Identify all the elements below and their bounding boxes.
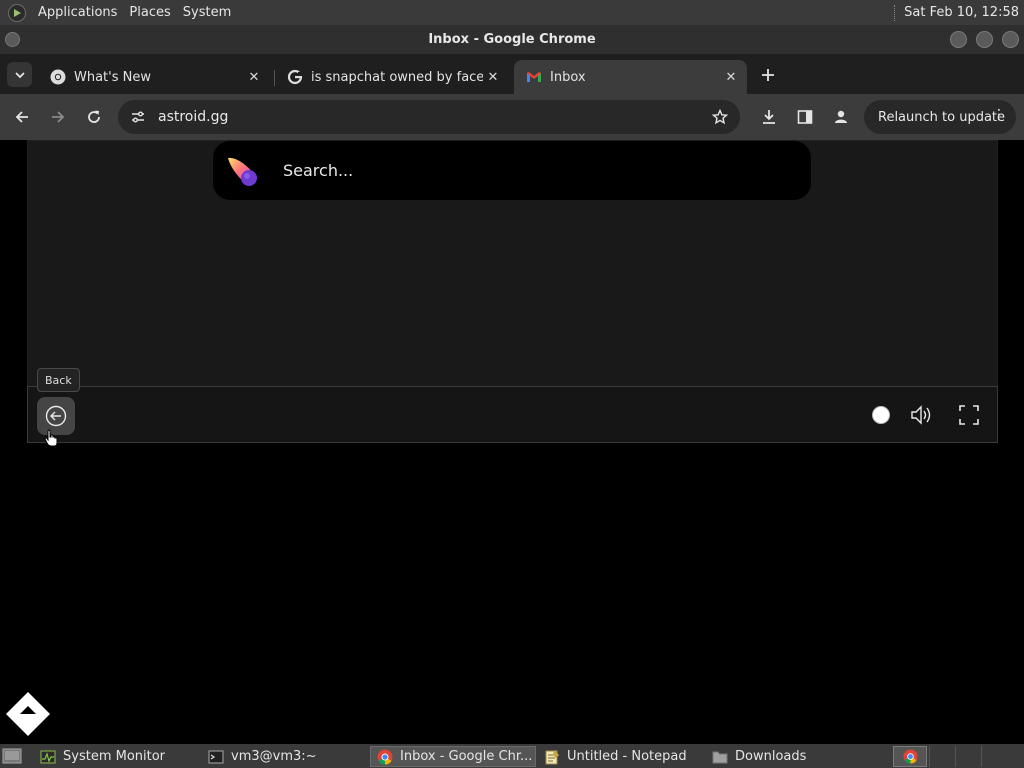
taskbar-item-terminal[interactable]: vm3@vm3:~	[202, 746, 364, 767]
taskbar-label: Inbox - Google Chr...	[400, 749, 533, 764]
search-input[interactable]	[283, 161, 763, 180]
relaunch-label: Relaunch to update	[878, 109, 1006, 125]
side-panel-button[interactable]	[793, 105, 817, 129]
menu-system[interactable]: System	[177, 5, 237, 20]
terminal-icon	[208, 750, 224, 763]
workspace-3[interactable]	[955, 746, 979, 767]
downloads-button[interactable]	[757, 105, 781, 129]
taskbar-item-chrome[interactable]: Inbox - Google Chr...	[370, 746, 536, 767]
record-icon	[872, 406, 890, 424]
menu-applications[interactable]: Applications	[32, 5, 123, 20]
show-desktop-icon[interactable]	[2, 748, 22, 764]
player-controls-bar	[27, 386, 998, 443]
tab-strip: What's New ✕ is snapchat owned by facebo…	[0, 54, 1024, 94]
back-tooltip: Back	[37, 368, 80, 392]
comet-logo-icon	[228, 157, 257, 186]
reload-button[interactable]	[82, 105, 106, 129]
system-monitor-icon	[40, 750, 56, 763]
site-settings-icon[interactable]	[130, 109, 146, 125]
google-icon	[287, 69, 303, 85]
new-tab-button[interactable]	[756, 63, 780, 87]
distro-logo-icon[interactable]	[8, 3, 26, 22]
taskbar-item-notepad[interactable]: Untitled - Notepad	[538, 746, 700, 767]
fullscreen-icon	[959, 405, 979, 425]
taskbar-label: Downloads	[735, 749, 807, 764]
address-bar[interactable]: astroid.gg	[118, 100, 740, 134]
bottom-taskbar: System Monitor vm3@vm3:~ Inbox - Google …	[0, 744, 1024, 768]
window-titlebar[interactable]: Inbox - Google Chrome	[0, 25, 1024, 54]
more-vert-icon[interactable]: ⋮	[992, 107, 1006, 123]
reload-icon	[88, 110, 100, 123]
taskbar-label: System Monitor	[63, 749, 166, 764]
top-panel: Applications Places System Sat Feb 10, 1…	[0, 0, 1024, 25]
chevron-down-icon	[14, 71, 25, 78]
gmail-icon	[527, 72, 541, 82]
page-content: Back	[0, 140, 1024, 744]
taskbar-label: vm3@vm3:~	[231, 749, 317, 764]
back-nav-button[interactable]	[10, 105, 34, 129]
chrome-icon	[50, 69, 66, 85]
tab-title: What's New	[74, 69, 151, 85]
site-search-bar[interactable]	[212, 140, 812, 201]
clock[interactable]: Sat Feb 10, 12:58	[904, 5, 1024, 20]
hand-cursor-icon	[44, 429, 58, 447]
minimize-button[interactable]	[950, 31, 967, 48]
menu-places[interactable]: Places	[123, 5, 176, 20]
relaunch-to-update-button[interactable]: Relaunch to update ⋮	[864, 100, 1016, 134]
tab-title: Inbox	[550, 69, 586, 85]
taskbar-label: Untitled - Notepad	[567, 749, 687, 764]
window-title: Inbox - Google Chrome	[428, 32, 596, 47]
circle-arrow-left-icon	[45, 405, 67, 427]
record-button[interactable]	[868, 402, 894, 428]
close-window-button[interactable]	[1002, 31, 1019, 48]
browser-toolbar: astroid.gg Relaunch to update ⋮	[0, 94, 1024, 140]
arrow-right-icon	[52, 111, 65, 123]
workspace-2[interactable]	[929, 746, 953, 767]
tab-title: is snapchat owned by facebook	[311, 69, 483, 85]
tab-inbox[interactable]: Inbox ✕	[514, 60, 747, 94]
workspace-4[interactable]	[981, 746, 1005, 767]
chrome-icon	[377, 749, 393, 765]
profile-icon	[835, 110, 847, 123]
close-tab-icon[interactable]: ✕	[483, 70, 503, 85]
chrome-icon	[903, 749, 918, 764]
notepad-icon	[545, 749, 559, 764]
speaker-icon	[911, 405, 931, 425]
forward-nav-button[interactable]	[46, 105, 70, 129]
tab-snapchat-search[interactable]: is snapchat owned by facebook ✕	[275, 60, 509, 94]
diamond-logo-icon[interactable]	[4, 690, 52, 738]
window-menu-icon[interactable]	[5, 32, 20, 47]
profile-button[interactable]	[829, 105, 853, 129]
plus-icon	[762, 69, 774, 81]
download-icon	[763, 110, 775, 124]
tab-search-button[interactable]	[7, 62, 32, 87]
arrow-left-icon	[15, 111, 28, 123]
fullscreen-button[interactable]	[956, 402, 982, 428]
close-tab-icon[interactable]: ✕	[244, 70, 264, 85]
tab-whats-new[interactable]: What's New ✕	[38, 60, 270, 94]
close-tab-icon[interactable]: ✕	[721, 70, 741, 85]
panel-separator	[894, 4, 896, 21]
workspace-1[interactable]	[893, 746, 927, 767]
side-panel-icon	[797, 110, 813, 124]
taskbar-item-downloads[interactable]: Downloads	[706, 746, 868, 767]
volume-button[interactable]	[909, 402, 935, 428]
url-text[interactable]: astroid.gg	[158, 109, 228, 125]
taskbar-item-system-monitor[interactable]: System Monitor	[34, 746, 196, 767]
maximize-button[interactable]	[976, 31, 993, 48]
bookmark-star-icon[interactable]	[712, 109, 728, 125]
folder-icon	[712, 751, 728, 763]
